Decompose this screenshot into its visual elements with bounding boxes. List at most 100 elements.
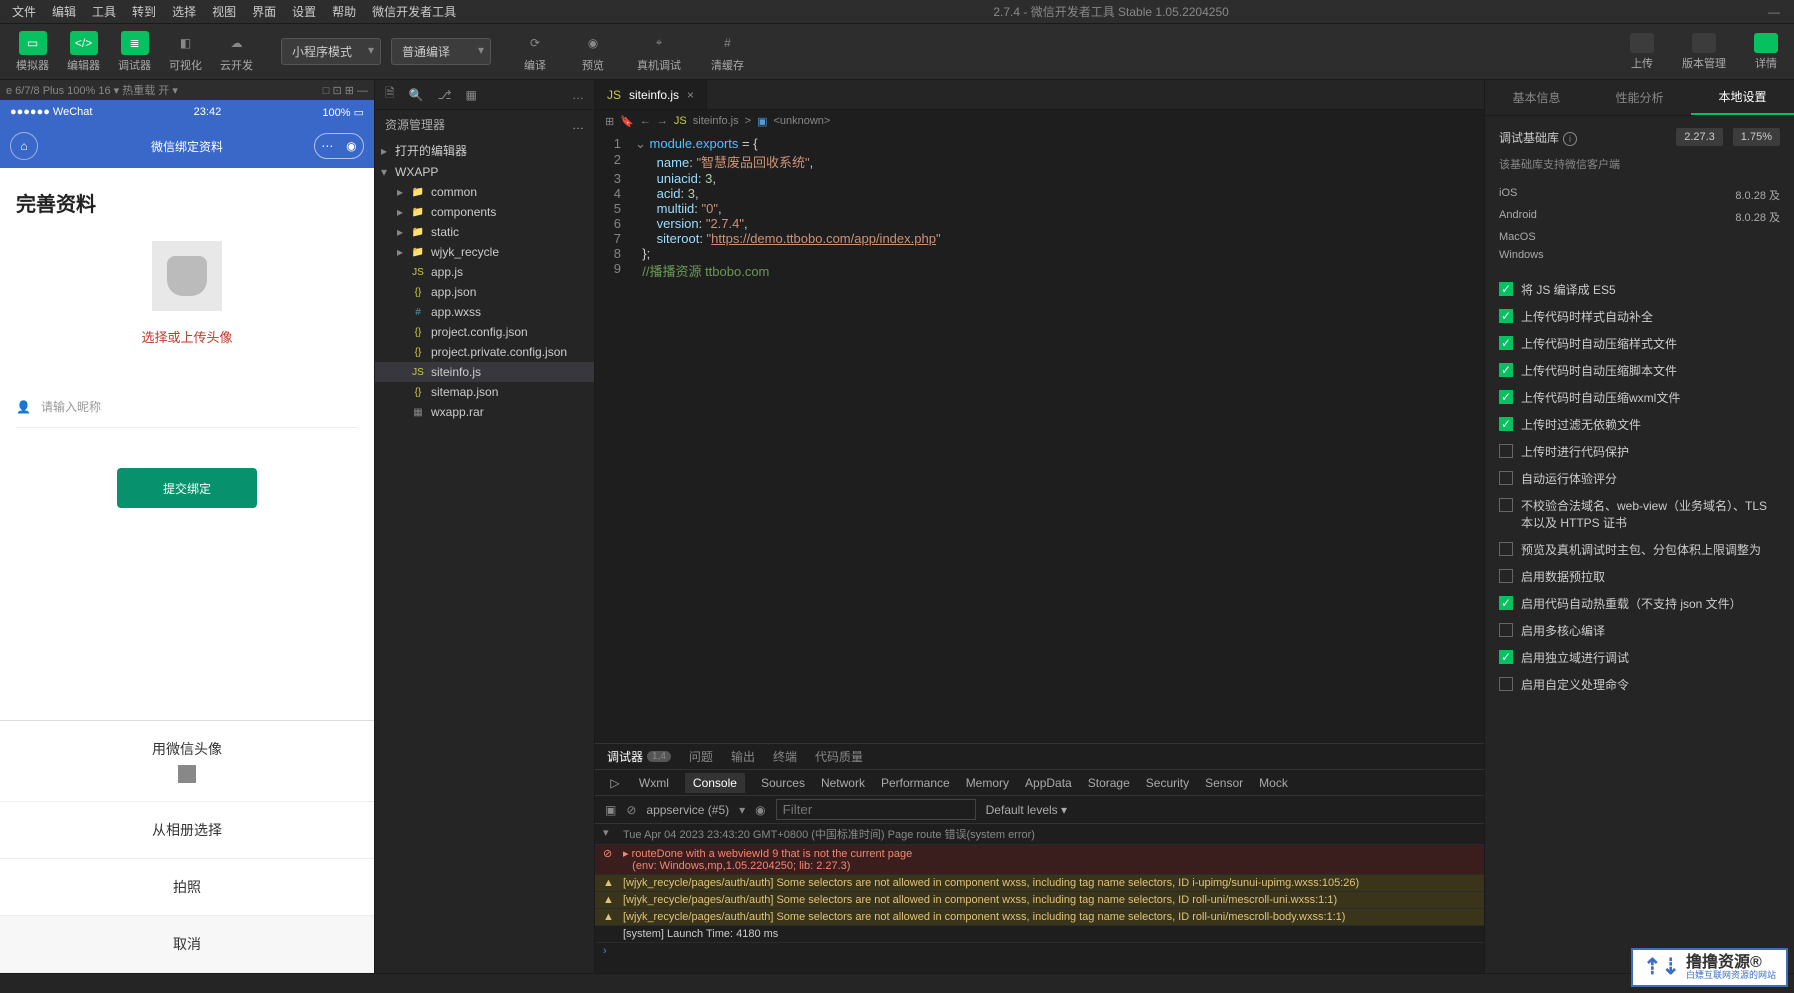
setting-check[interactable]: ✓将 JS 编译成 ES5 <box>1499 276 1780 303</box>
dbgtab-输出[interactable]: 输出 <box>731 748 755 765</box>
close-icon[interactable]: × <box>687 88 694 102</box>
back-icon[interactable]: ← <box>640 115 651 127</box>
home-icon[interactable]: ⌂ <box>10 132 38 160</box>
setting-check[interactable]: ✓上传代码时样式自动补全 <box>1499 303 1780 330</box>
branch-icon[interactable]: ⎇ <box>438 88 452 102</box>
devtab-Memory[interactable]: Memory <box>966 776 1009 790</box>
setting-check[interactable]: 上传时进行代码保护 <box>1499 438 1780 465</box>
version-button[interactable]: 版本管理 <box>1674 29 1734 75</box>
devtab-Performance[interactable]: Performance <box>881 776 950 790</box>
filter-input[interactable] <box>776 799 976 820</box>
menu-设置[interactable]: 设置 <box>284 0 324 23</box>
more-icon[interactable]: … <box>572 88 584 102</box>
devtab-Wxml[interactable]: Wxml <box>639 776 669 790</box>
eye-icon[interactable]: ◉ <box>755 803 765 817</box>
menu-视图[interactable]: 视图 <box>204 0 244 23</box>
setting-check[interactable]: ✓上传代码时自动压缩样式文件 <box>1499 330 1780 357</box>
forward-icon[interactable]: → <box>657 115 668 127</box>
sheet-album[interactable]: 从相册选择 <box>0 802 374 859</box>
nickname-input[interactable]: 👤 请输入昵称 <box>16 386 358 428</box>
setting-check[interactable]: ✓启用独立域进行调试 <box>1499 644 1780 671</box>
devtab-Storage[interactable]: Storage <box>1088 776 1130 790</box>
root-folder[interactable]: ▾WXAPP <box>375 162 594 182</box>
minimize-icon[interactable]: — <box>1758 5 1790 19</box>
detail-tab-2[interactable]: 本地设置 <box>1691 80 1794 115</box>
dbgtab-调试器[interactable]: 调试器 <box>607 748 643 765</box>
sheet-cancel[interactable]: 取消 <box>0 916 374 973</box>
editor-button[interactable]: </>编辑器 <box>59 27 108 77</box>
devtab-Console[interactable]: Console <box>685 773 745 793</box>
detail-tab-0[interactable]: 基本信息 <box>1485 80 1588 115</box>
clearcache-button[interactable]: #清缓存 <box>703 27 752 77</box>
file-project.private.config.json[interactable]: {}project.private.config.json <box>375 342 594 362</box>
scope-caret-icon[interactable]: ▾ <box>739 803 745 817</box>
menu-界面[interactable]: 界面 <box>244 0 284 23</box>
file-project.config.json[interactable]: {}project.config.json <box>375 322 594 342</box>
detail-tab-1[interactable]: 性能分析 <box>1588 80 1691 115</box>
compile-dropdown[interactable]: 普通编译 <box>391 38 491 65</box>
sheet-wechat-avatar[interactable]: 用微信头像 <box>0 721 374 802</box>
bookmark-icon[interactable]: 🔖 <box>620 115 634 128</box>
scope-select[interactable]: appservice (#5) <box>646 803 729 817</box>
file-app.json[interactable]: {}app.json <box>375 282 594 302</box>
debugger-button[interactable]: ≣调试器 <box>110 27 159 77</box>
file-app.js[interactable]: JSapp.js <box>375 262 594 282</box>
ext-icon[interactable]: ▦ <box>465 88 476 102</box>
dbgtab-代码质量[interactable]: 代码质量 <box>815 748 863 765</box>
menu-文件[interactable]: 文件 <box>4 0 44 23</box>
console-prompt[interactable]: › <box>595 943 1484 959</box>
levels-select[interactable]: Default levels ▾ <box>986 803 1067 817</box>
file-static[interactable]: ▸📁static <box>375 222 594 242</box>
code-editor[interactable]: 1⌄ module.exports = {2 name: "智慧废品回收系统",… <box>595 132 1484 743</box>
menu-转到[interactable]: 转到 <box>124 0 164 23</box>
clear-icon[interactable]: ⊘ <box>626 803 636 817</box>
devtab-Sources[interactable]: Sources <box>761 776 805 790</box>
submit-button[interactable]: 提交绑定 <box>117 468 257 508</box>
file-common[interactable]: ▸📁common <box>375 182 594 202</box>
upload-button[interactable]: 上传 <box>1622 29 1662 75</box>
detail-button[interactable]: 详情 <box>1746 29 1786 75</box>
devtab-Security[interactable]: Security <box>1146 776 1189 790</box>
file-app.wxss[interactable]: #app.wxss <box>375 302 594 322</box>
realdebug-button[interactable]: ⌖真机调试 <box>629 27 689 77</box>
menu-微信开发者工具[interactable]: 微信开发者工具 <box>364 0 464 23</box>
inspect-icon[interactable]: ▷ <box>607 776 623 790</box>
console-output[interactable]: ▾Tue Apr 04 2023 23:43:20 GMT+0800 (中国标准… <box>595 824 1484 973</box>
sidebar-toggle-icon[interactable]: ▣ <box>605 803 616 817</box>
setting-check[interactable]: 启用数据预拉取 <box>1499 563 1780 590</box>
mode-dropdown[interactable]: 小程序模式 <box>281 38 381 65</box>
lib-version[interactable]: 2.27.3 <box>1676 128 1723 146</box>
simulator-button[interactable]: ▭模拟器 <box>8 27 57 77</box>
menu-编辑[interactable]: 编辑 <box>44 0 84 23</box>
preview-button[interactable]: ◉预览 <box>571 27 615 77</box>
setting-check[interactable]: ✓上传代码时自动压缩脚本文件 <box>1499 357 1780 384</box>
sheet-photo[interactable]: 拍照 <box>0 859 374 916</box>
file-siteinfo.js[interactable]: JSsiteinfo.js <box>375 362 594 382</box>
devtab-Network[interactable]: Network <box>821 776 865 790</box>
compile-button[interactable]: ⟳编译 <box>513 27 557 77</box>
sim-device-bar[interactable]: e 6/7/8 Plus 100% 16 ▾ 热重载 开 ▾□ ⊡ ⊞ — <box>0 80 374 100</box>
dbgtab-1,4[interactable]: 1,4 <box>647 751 671 762</box>
split-icon[interactable]: ⊞ <box>605 115 614 128</box>
cloud-button[interactable]: ☁云开发 <box>212 27 261 77</box>
setting-check[interactable]: ✓上传代码时自动压缩wxml文件 <box>1499 384 1780 411</box>
capsule-button[interactable]: ⋯◉ <box>314 133 364 159</box>
setting-check[interactable]: 预览及真机调试时主包、分包体积上限调整为 <box>1499 536 1780 563</box>
editor-tab[interactable]: JS siteinfo.js × <box>595 80 707 109</box>
file-wjyk_recycle[interactable]: ▸📁wjyk_recycle <box>375 242 594 262</box>
visual-button[interactable]: ◧可视化 <box>161 27 210 77</box>
dbgtab-问题[interactable]: 问题 <box>689 748 713 765</box>
files-icon[interactable]: 🗎 <box>385 84 395 105</box>
devtab-Mock[interactable]: Mock <box>1259 776 1288 790</box>
file-wxapp.rar[interactable]: ▦wxapp.rar <box>375 402 594 422</box>
search-icon[interactable]: 🔍 <box>409 88 424 102</box>
menu-选择[interactable]: 选择 <box>164 0 204 23</box>
menu-帮助[interactable]: 帮助 <box>324 0 364 23</box>
file-sitemap.json[interactable]: {}sitemap.json <box>375 382 594 402</box>
setting-check[interactable]: ✓上传时过滤无依赖文件 <box>1499 411 1780 438</box>
devtab-Sensor[interactable]: Sensor <box>1205 776 1243 790</box>
explorer-more-icon[interactable]: … <box>572 118 584 132</box>
avatar-upload[interactable] <box>152 241 222 311</box>
file-components[interactable]: ▸📁components <box>375 202 594 222</box>
devtab-AppData[interactable]: AppData <box>1025 776 1072 790</box>
